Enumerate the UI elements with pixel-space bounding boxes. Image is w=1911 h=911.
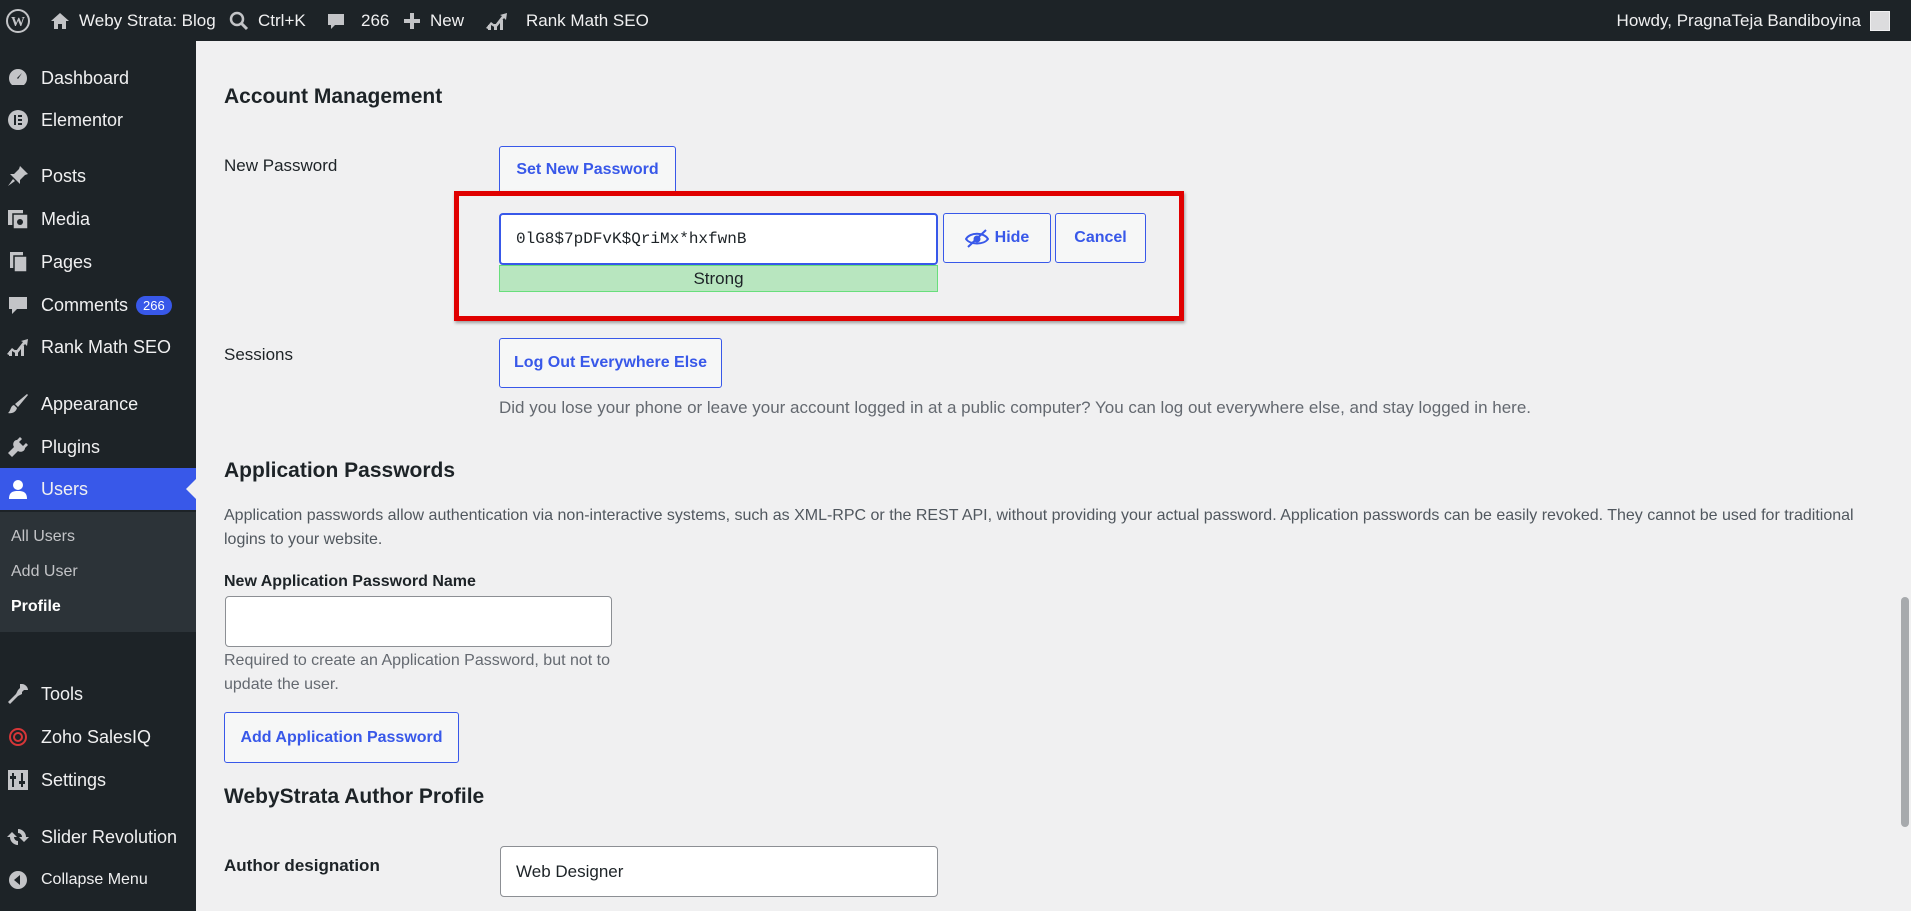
collapse-menu-button[interactable]: Collapse Menu — [0, 859, 196, 901]
user-icon — [6, 477, 30, 501]
submenu-all-users[interactable]: All Users — [11, 528, 75, 546]
avatar — [1870, 10, 1890, 31]
scrollbar-thumb[interactable] — [1901, 597, 1909, 827]
app-password-help: Required to create an Application Passwo… — [224, 652, 611, 693]
my-account-link[interactable]: Howdy, PragnaTeja Bandiboyina — [1617, 0, 1890, 41]
plus-icon — [404, 12, 420, 29]
wordpress-logo-icon[interactable]: W — [6, 0, 30, 41]
sidebar-item-posts[interactable]: Posts — [0, 155, 196, 197]
search-icon — [229, 11, 249, 30]
highlight-box — [454, 191, 1184, 321]
sidebar-item-slider-revolution[interactable]: Slider Revolution — [0, 816, 196, 858]
dashboard-icon — [6, 66, 30, 90]
sidebar-item-zoho-salesiq[interactable]: Zoho SalesIQ — [0, 716, 196, 758]
home-icon — [51, 12, 69, 29]
comment-icon — [328, 13, 344, 29]
sidebar-item-appearance[interactable]: Appearance — [0, 383, 196, 425]
sidebar-item-comments[interactable]: Comments 266 — [0, 284, 196, 326]
sidebar-item-label: Appearance — [41, 393, 139, 414]
sidebar-item-label: Media — [41, 208, 91, 229]
new-label: New — [430, 10, 465, 30]
media-icon — [6, 207, 30, 231]
rankmath-link[interactable]: Rank Math SEO — [485, 0, 649, 41]
sidebar-item-rank-math-seo[interactable]: Rank Math SEO — [0, 326, 196, 368]
application-passwords-heading: Application Passwords — [224, 459, 456, 482]
rankmath-icon — [486, 12, 507, 30]
sidebar-item-label: Zoho SalesIQ — [41, 726, 152, 747]
page-scrollbar[interactable] — [1898, 41, 1911, 911]
settings-icon — [6, 768, 30, 792]
author-designation-label: Author designation — [224, 856, 380, 875]
search-shortcut-label: Ctrl+K — [258, 10, 306, 30]
sidebar-item-media[interactable]: Media — [0, 198, 196, 240]
admin-bar: W Weby Strata: Blog Ctrl+K 266 New Rank … — [0, 0, 1911, 41]
sidebar-item-users[interactable]: Users — [0, 468, 196, 510]
zoho-icon — [6, 725, 30, 749]
users-submenu: All Users Add User Profile — [0, 512, 196, 632]
comments-count-badge: 266 — [136, 295, 172, 315]
brush-icon — [6, 392, 30, 416]
pin-icon — [6, 164, 30, 188]
sidebar-item-label: Comments — [41, 294, 129, 315]
sessions-label: Sessions — [224, 345, 293, 364]
svg-text:W: W — [11, 15, 25, 30]
new-content-link[interactable]: New — [403, 0, 464, 41]
author-profile-heading: WebyStrata Author Profile — [224, 785, 485, 808]
account-management-heading: Account Management — [224, 85, 443, 108]
search-shortcut[interactable]: Ctrl+K — [229, 0, 306, 41]
sidebar-item-label: Dashboard — [41, 67, 130, 88]
submenu-profile[interactable]: Profile — [11, 598, 61, 616]
sidebar-item-label: Posts — [41, 165, 87, 186]
sidebar-item-label: Pages — [41, 251, 93, 272]
author-designation-input[interactable]: Web Designer — [500, 846, 938, 897]
sidebar-item-label: Plugins — [41, 436, 101, 457]
refresh-icon — [6, 825, 30, 849]
wrench-icon — [6, 682, 30, 706]
log-out-everywhere-button[interactable]: Log Out Everywhere Else — [499, 338, 722, 388]
sessions-description: Did you lose your phone or leave your ac… — [499, 398, 1532, 417]
sidebar-item-label: Collapse Menu — [41, 871, 148, 888]
site-name-link[interactable]: Weby Strata: Blog — [50, 0, 216, 41]
sidebar-item-label: Rank Math SEO — [41, 336, 172, 357]
admin-sidebar: Dashboard Elementor Posts Media Pages Co… — [0, 41, 196, 911]
active-indicator — [186, 479, 196, 499]
sidebar-item-plugins[interactable]: Plugins — [0, 426, 196, 468]
sidebar-item-elementor[interactable]: Elementor — [0, 99, 196, 141]
submenu-add-user[interactable]: Add User — [11, 563, 78, 581]
collapse-icon — [6, 868, 30, 892]
sidebar-item-tools[interactable]: Tools — [0, 673, 196, 715]
main-content: Account Management New Password Set New … — [196, 41, 1911, 911]
new-password-label: New Password — [224, 156, 338, 175]
rankmath-icon — [6, 335, 30, 359]
comments-count: 266 — [361, 10, 390, 30]
sidebar-item-settings[interactable]: Settings — [0, 759, 196, 801]
howdy-text: Howdy, PragnaTeja Bandiboyina — [1616, 10, 1861, 30]
site-name: Weby Strata: Blog — [79, 10, 216, 30]
rankmath-label: Rank Math SEO — [526, 10, 649, 30]
pages-icon — [6, 250, 30, 274]
elementor-icon — [6, 108, 30, 132]
set-new-password-button[interactable]: Set New Password — [499, 146, 676, 194]
app-password-name-label: New Application Password Name — [224, 573, 476, 590]
add-application-password-button[interactable]: Add Application Password — [224, 712, 459, 763]
application-passwords-description: Application passwords allow authenticati… — [224, 507, 1854, 548]
sidebar-item-pages[interactable]: Pages — [0, 241, 196, 283]
comments-link[interactable]: 266 — [326, 0, 389, 41]
sidebar-item-label: Tools — [41, 683, 84, 704]
app-password-name-input[interactable] — [225, 596, 612, 647]
sidebar-item-label: Settings — [41, 769, 107, 790]
plug-icon — [6, 435, 30, 459]
sidebar-item-label: Slider Revolution — [41, 826, 178, 847]
sidebar-item-label: Elementor — [41, 109, 124, 130]
sidebar-item-label: Users — [41, 478, 89, 499]
comment-icon — [6, 293, 30, 317]
sidebar-item-dashboard[interactable]: Dashboard — [0, 57, 196, 99]
